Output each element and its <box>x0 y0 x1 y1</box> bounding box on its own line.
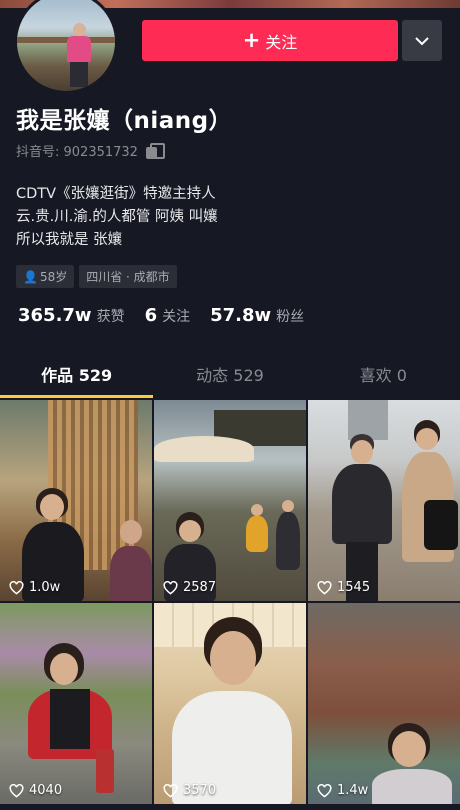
avatar-person <box>64 23 94 87</box>
more-options-button[interactable] <box>402 20 442 61</box>
heart-icon <box>163 783 178 798</box>
video-cover <box>0 603 152 804</box>
follow-label: 关注 <box>265 32 298 52</box>
stat-following[interactable]: 6 关注 <box>145 305 191 326</box>
copy-icon[interactable] <box>145 142 165 159</box>
like-count: 3570 <box>163 783 216 798</box>
content-tabs: 作品 529 动态 529 喜欢 0 <box>0 354 460 398</box>
profile-tags: 👤 58岁 四川省 · 成都市 <box>16 265 177 288</box>
video-thumbnail[interactable]: 1.0w <box>0 400 152 601</box>
stat-value: 6 <box>144 305 158 326</box>
plus-icon: + <box>242 28 261 52</box>
age-text: 58岁 <box>39 270 68 284</box>
like-count: 1545 <box>317 580 370 595</box>
heart-icon <box>9 580 24 595</box>
heart-icon <box>317 783 332 798</box>
like-count-value: 1.4w <box>337 783 369 798</box>
follow-button[interactable]: + 关注 <box>142 20 398 61</box>
age-tag: 👤 58岁 <box>16 265 75 288</box>
like-count: 4040 <box>9 783 62 798</box>
bio: CDTV《张孃逛街》特邀主持人 云.贵.川.渝.的人都管 阿姨 叫孃 所以我就是… <box>16 183 218 252</box>
video-thumbnail[interactable]: 4040 <box>0 603 152 804</box>
video-thumbnail[interactable]: 1545 <box>308 400 460 601</box>
bio-line: CDTV《张孃逛街》特邀主持人 <box>16 186 216 202</box>
stats-row: 365.7w 获赞 6 关注 57.8w 粉丝 <box>18 305 304 326</box>
stat-followers[interactable]: 57.8w 粉丝 <box>210 305 304 326</box>
heart-icon <box>9 783 24 798</box>
like-count: 1.0w <box>9 580 60 595</box>
douyin-id-row: 抖音号: 902351732 <box>16 141 165 160</box>
like-count-value: 3570 <box>183 783 217 798</box>
douyin-id: 抖音号: 902351732 <box>16 145 138 160</box>
video-thumbnail[interactable]: 2587 <box>154 400 306 601</box>
stat-label: 关注 <box>162 309 191 325</box>
stat-label: 粉丝 <box>276 309 305 325</box>
location-tag: 四川省 · 成都市 <box>79 265 177 288</box>
heart-icon <box>317 580 332 595</box>
like-count-value: 4040 <box>29 783 63 798</box>
video-cover <box>308 603 460 804</box>
like-count-value: 1.0w <box>29 580 61 595</box>
tab-likes[interactable]: 喜欢 0 <box>307 354 460 398</box>
avatar[interactable] <box>14 0 118 94</box>
video-cover <box>154 603 306 804</box>
chevron-down-icon <box>415 36 429 45</box>
stat-value: 365.7w <box>18 305 92 326</box>
video-thumbnail[interactable]: 3570 <box>154 603 306 804</box>
heart-icon <box>163 580 178 595</box>
like-count-value: 2587 <box>183 580 217 595</box>
stat-label: 获赞 <box>96 309 125 325</box>
female-icon: 👤 <box>23 269 38 284</box>
video-grid: 1.0w 2587 1545 4040 3570 1.4w <box>0 400 460 804</box>
bio-line: 云.贵.川.渝.的人都管 阿姨 叫孃 <box>16 209 218 225</box>
location-text: 四川省 · 成都市 <box>86 270 170 284</box>
like-count: 1.4w <box>317 783 368 798</box>
stat-value: 57.8w <box>210 305 272 326</box>
video-cover <box>154 400 306 601</box>
tab-works[interactable]: 作品 529 <box>0 354 154 398</box>
video-cover <box>308 400 460 601</box>
nickname: 我是张孃（niang） <box>16 108 233 134</box>
like-count: 2587 <box>163 580 216 595</box>
stat-likes: 365.7w 获赞 <box>18 305 125 326</box>
like-count-value: 1545 <box>337 580 371 595</box>
video-cover <box>0 400 152 601</box>
tab-activity[interactable]: 动态 529 <box>153 354 306 398</box>
bio-line: 所以我就是 张孃 <box>16 232 123 248</box>
video-thumbnail[interactable]: 1.4w <box>308 603 460 804</box>
